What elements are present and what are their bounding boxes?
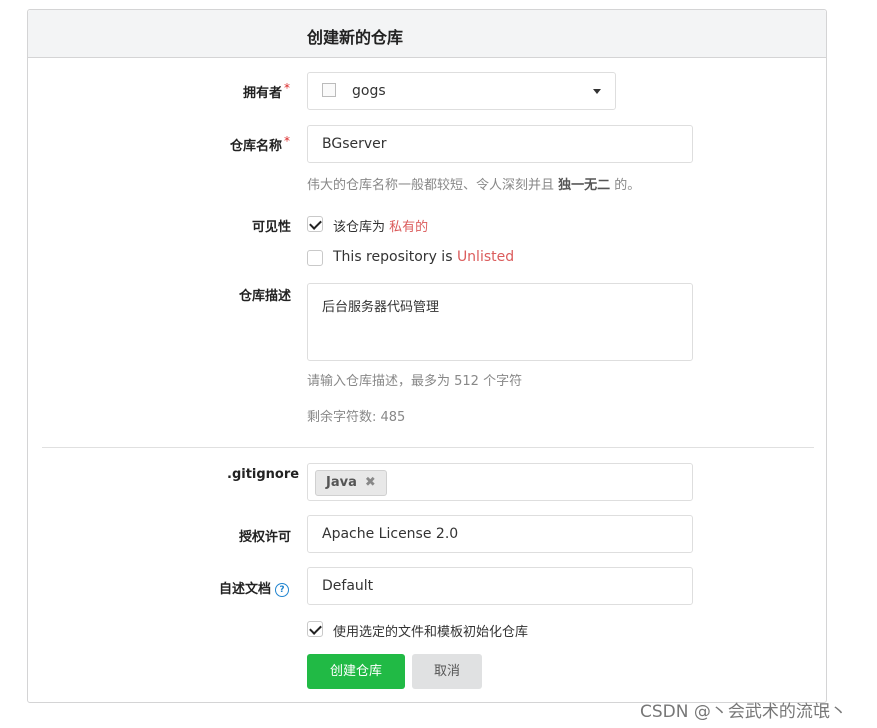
gitignore-label: .gitignore [227,467,300,482]
repo-name-help-bold: 独一无二 [558,178,611,193]
private-checkbox-label[interactable]: 该仓库为 私有的 [333,216,428,235]
repo-name-help: 伟大的仓库名称一般都较短、令人深刻并且 独一无二 的。 [307,174,640,193]
owner-label: 拥有者 * [243,81,291,101]
unlisted-checkbox[interactable] [307,250,323,266]
repo-name-input[interactable]: BGserver [307,125,693,163]
readme-dropdown[interactable]: Default [307,567,693,605]
remove-icon[interactable]: ✖ [365,475,376,490]
private-checkbox[interactable] [307,216,323,232]
unlisted-highlight: Unlisted [456,249,515,265]
unlisted-checkbox-label[interactable]: This repository is Unlisted [333,249,514,265]
visibility-label: 可见性 [252,220,292,235]
owner-value: gogs [352,83,386,99]
private-prefix: 该仓库为 [333,220,390,235]
auto-init-checkbox[interactable] [307,621,323,637]
owner-label-text: 拥有者 [243,86,283,101]
gitignore-tag-label: Java [326,475,357,490]
page-title: 创建新的仓库 [307,28,404,47]
repo-name-label-text: 仓库名称 [230,139,283,154]
private-highlight: 私有的 [389,220,429,235]
description-label: 仓库描述 [239,289,292,304]
form-header: 创建新的仓库 [28,10,826,58]
gitignore-tag[interactable]: Java ✖ [315,470,387,496]
auto-init-label[interactable]: 使用选定的文件和模板初始化仓库 [333,621,528,640]
license-dropdown[interactable]: Apache License 2.0 [307,515,693,553]
readme-label-text: 自述文档 [219,582,272,597]
caret-down-icon [593,89,601,94]
repo-name-help-suffix: 的。 [610,178,641,193]
cancel-button[interactable]: 取消 [412,654,482,689]
license-value: Apache License 2.0 [322,526,459,542]
create-repo-button[interactable]: 创建仓库 [307,654,405,689]
gitignore-multiselect[interactable]: Java ✖ [307,463,693,501]
repo-name-label: 仓库名称 * [230,134,291,154]
unlisted-prefix: This repository is [333,249,457,265]
create-repo-form: 创建新的仓库 拥有者 * gogs 仓库名称 * BGserver 伟大的仓库名称一… [27,9,827,703]
description-help: 请输入仓库描述，最多为 512 个字符 [307,374,523,389]
readme-value: Default [322,578,374,594]
required-mark: * [284,134,291,148]
readme-label: 自述文档? [219,578,290,598]
description-textarea[interactable]: 后台服务器代码管理 [307,283,693,361]
repo-name-help-prefix: 伟大的仓库名称一般都较短、令人深刻并且 [307,178,559,193]
description-remaining: 剩余字符数: 485 [307,410,406,425]
required-mark: * [284,81,291,95]
broken-image-icon [322,83,336,97]
watermark: CSDN @丶会武术的流氓丶 [640,702,847,722]
divider [42,447,814,448]
license-label: 授权许可 [239,530,292,545]
owner-dropdown[interactable]: gogs [307,72,616,110]
question-circle-icon[interactable]: ? [275,583,290,597]
description-value: 后台服务器代码管理 [322,300,440,315]
repo-name-value: BGserver [322,136,387,152]
